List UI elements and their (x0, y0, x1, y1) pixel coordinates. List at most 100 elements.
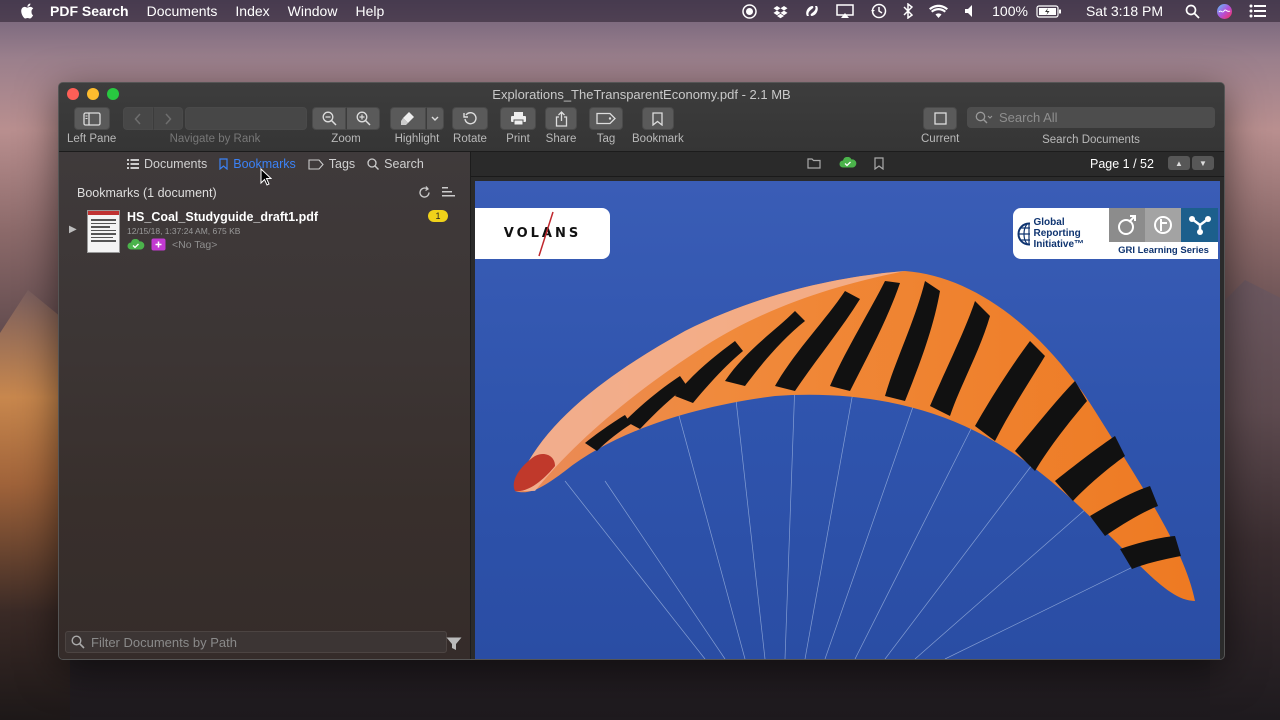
list-icon (127, 159, 139, 169)
rotate-label: Rotate (453, 133, 487, 145)
spotlight-icon[interactable] (1185, 4, 1200, 19)
nav-forward-button[interactable] (153, 107, 183, 130)
disclosure-triangle-icon[interactable]: ▶ (69, 224, 77, 235)
bookmark-icon (652, 111, 664, 126)
add-tag-icon[interactable] (151, 238, 166, 251)
tag-icon (596, 112, 616, 125)
airplay-icon[interactable] (836, 3, 854, 19)
share-control: Share (545, 107, 577, 145)
search-all-placeholder: Search All (999, 110, 1058, 125)
gri-tile-2 (1145, 208, 1181, 242)
menu-documents[interactable]: Documents (147, 3, 218, 19)
folder-icon[interactable] (807, 157, 821, 169)
zoom-in-icon (356, 111, 371, 126)
siri-icon[interactable] (1216, 3, 1233, 20)
gri-logo-main: Global Reporting Initiative™ (1013, 208, 1109, 259)
page-down-button[interactable]: ▼ (1192, 156, 1214, 170)
bookmark-label: Bookmark (632, 133, 684, 145)
chevron-down-icon (431, 116, 439, 121)
filter-documents-field[interactable]: Filter Documents by Path (65, 631, 447, 653)
bookmark-button[interactable] (641, 107, 674, 130)
bookmarks-header: Bookmarks (1 document) (59, 183, 470, 203)
clock[interactable]: Sat 3:18 PM (1086, 3, 1163, 19)
printer-icon (510, 112, 526, 126)
dropbox-icon[interactable] (773, 4, 788, 19)
sync-icon[interactable] (804, 3, 820, 19)
search-all-field[interactable]: Search All (967, 107, 1215, 128)
bookmark-control: Bookmark (632, 107, 684, 145)
left-pane-control: Left Pane (67, 107, 116, 145)
filter-icon[interactable] (446, 637, 462, 651)
sort-icon[interactable] (441, 185, 456, 199)
gri-series-text: GRI Learning Series (1109, 242, 1218, 259)
search-documents-label: Search Documents (1042, 134, 1140, 146)
rank-field[interactable] (185, 107, 307, 130)
apple-icon[interactable] (20, 3, 36, 19)
volume-icon[interactable] (964, 4, 976, 18)
tag-button[interactable] (589, 107, 623, 130)
tag-label: Tag (596, 133, 616, 145)
wifi-icon[interactable] (929, 4, 949, 19)
zoom-out-button[interactable] (312, 107, 346, 130)
page-indicator: Page 1 / 52 (1090, 157, 1154, 171)
tab-search[interactable]: Search (367, 157, 424, 171)
rotate-button[interactable] (452, 107, 488, 130)
volans-logo: VOLANS (475, 208, 610, 259)
tab-tags[interactable]: Tags (308, 157, 355, 171)
pdf-page[interactable]: VOLANS Global Reporting Initiative™ GRI … (475, 181, 1220, 659)
window-title: Explorations_TheTransparentEconomy.pdf -… (492, 87, 791, 102)
search-icon (71, 635, 85, 649)
zoom-in-button[interactable] (346, 107, 380, 130)
current-control: Current (921, 107, 959, 145)
share-icon (555, 110, 567, 127)
cloud-check-icon (127, 239, 145, 250)
time-machine-icon[interactable] (870, 3, 887, 19)
navigate-label: Navigate by Rank (169, 133, 261, 145)
zoom-out-icon (322, 111, 337, 126)
nav-back-button[interactable] (123, 107, 153, 130)
highlight-button[interactable] (390, 107, 426, 130)
notification-center-icon[interactable] (1249, 4, 1266, 18)
list-item[interactable]: ▶ HS_Coal_Studyguide_draft1.pdf 12/15/18… (69, 210, 464, 256)
left-pane-button[interactable] (73, 107, 110, 130)
battery-icon[interactable] (1036, 4, 1062, 18)
share-label: Share (545, 133, 577, 145)
title-bar: Explorations_TheTransparentEconomy.pdf -… (59, 83, 1224, 152)
highlight-dropdown-button[interactable] (426, 107, 444, 130)
page-up-button[interactable]: ▲ (1168, 156, 1190, 170)
zoom-control: Zoom (312, 107, 380, 145)
gri-series: GRI Learning Series (1109, 208, 1218, 259)
menu-index[interactable]: Index (235, 3, 269, 19)
tab-documents-label: Documents (144, 157, 208, 171)
zoom-label: Zoom (331, 133, 361, 145)
document-thumbnail (87, 210, 120, 253)
bluetooth-icon[interactable] (903, 3, 914, 19)
tab-documents[interactable]: Documents (127, 157, 207, 171)
menu-app-name[interactable]: PDF Search (50, 3, 129, 19)
battery-percent: 100% (992, 3, 1028, 19)
record-icon[interactable] (742, 3, 757, 19)
sidebar-tabs: Documents Bookmarks Tags Search (127, 157, 424, 171)
tab-bookmarks[interactable]: Bookmarks (219, 157, 296, 171)
current-label: Current (921, 133, 960, 145)
print-label: Print (506, 133, 530, 145)
tab-tags-label: Tags (328, 157, 356, 171)
cloud-check-icon[interactable] (839, 157, 857, 168)
bookmark-icon[interactable] (874, 157, 884, 170)
bookmarks-header-title: Bookmarks (1 document) (77, 186, 217, 200)
chevron-left-icon (134, 112, 141, 125)
refresh-icon[interactable] (417, 185, 432, 200)
menu-window[interactable]: Window (288, 3, 338, 19)
left-pane-label: Left Pane (67, 133, 117, 145)
status-area: 100% Sat 3:18 PM (734, 0, 1280, 22)
bookmark-icon (219, 158, 228, 170)
menu-help[interactable]: Help (355, 3, 384, 19)
tag-icon (308, 158, 324, 170)
gri-logo: Global Reporting Initiative™ GRI Learnin… (1013, 208, 1218, 259)
print-button[interactable] (500, 107, 536, 130)
document-meta: 12/15/18, 1:37:24 AM, 675 KB (127, 226, 241, 236)
gri-tile-3 (1181, 208, 1218, 242)
current-button[interactable] (923, 107, 958, 130)
share-button[interactable] (545, 107, 577, 130)
viewer-bar: Page 1 / 52 ▲ ▼ (471, 152, 1224, 177)
